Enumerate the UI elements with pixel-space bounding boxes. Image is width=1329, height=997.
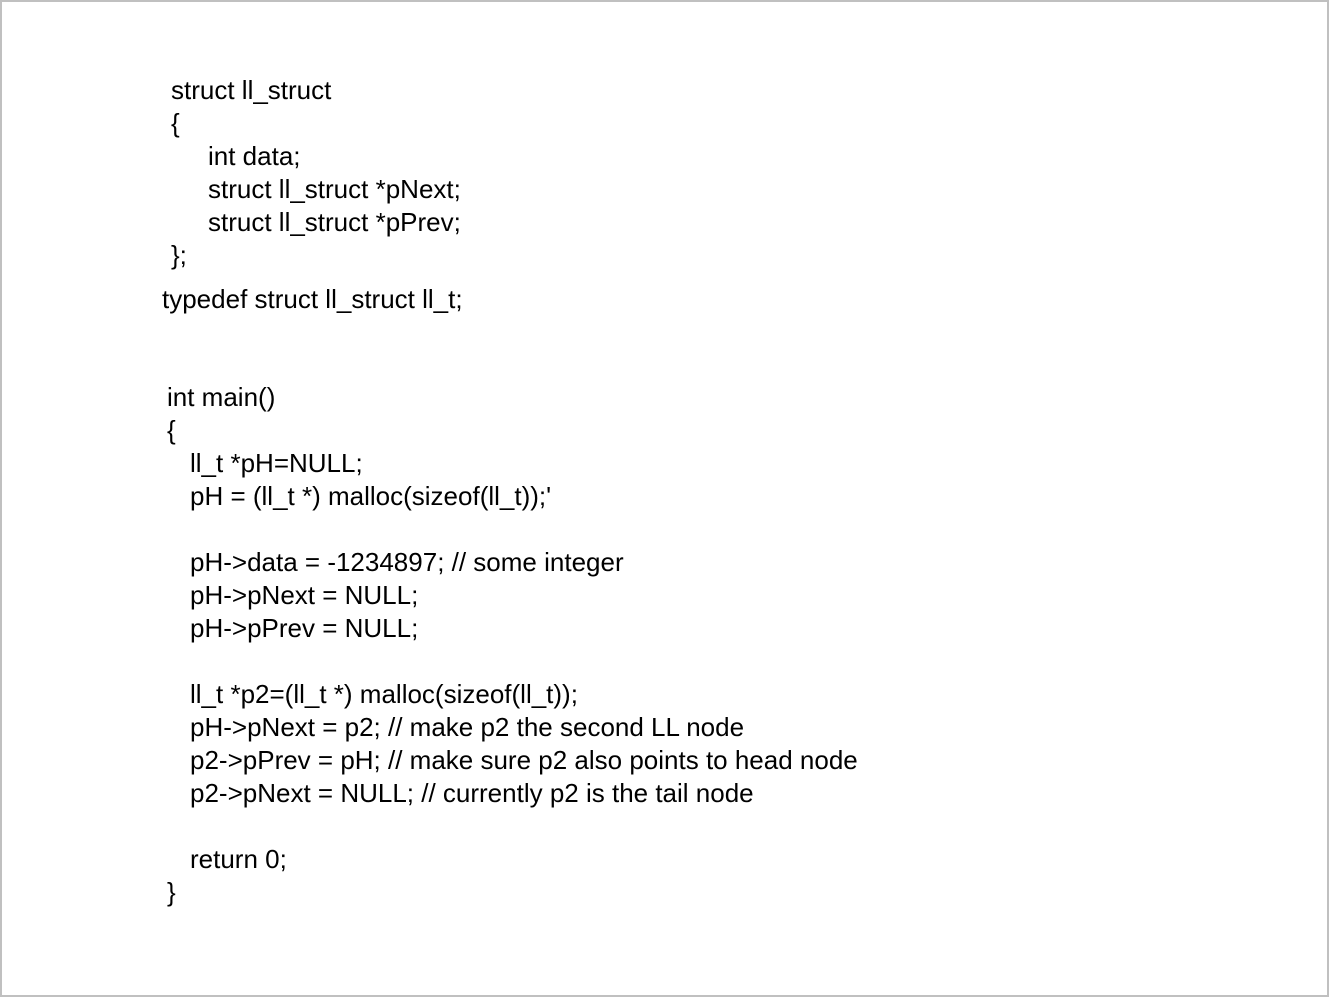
- code-line-malloc-ph: pH = (ll_t *) malloc(sizeof(ll_t));': [190, 481, 552, 511]
- code-line-ph-pnext-p2: pH->pNext = p2; // make p2 the second LL…: [190, 712, 745, 742]
- code-line-struct-field-pnext: struct ll_struct *pNext;: [208, 174, 461, 204]
- code-line-ph-pnext: pH->pNext = NULL;: [190, 580, 419, 610]
- code-line-p2-pnext: p2->pNext = NULL; // currently p2 is the…: [190, 778, 754, 808]
- code-line-main-close-brace: }: [167, 877, 176, 907]
- code-line-struct-close-brace: };: [171, 240, 187, 270]
- slide-page: struct ll_struct { int data; struct ll_s…: [0, 0, 1329, 997]
- code-line-struct-field-pprev: struct ll_struct *pPrev;: [208, 207, 461, 237]
- code-line-ph-data: pH->data = -1234897; // some integer: [190, 547, 624, 577]
- code-line-declare-ph: ll_t *pH=NULL;: [190, 448, 363, 478]
- code-line-struct-open-brace: {: [171, 108, 180, 138]
- code-line-main-header: int main(): [167, 382, 276, 412]
- code-line-main-open-brace: {: [167, 415, 176, 445]
- code-line-p2-pprev: p2->pPrev = pH; // make sure p2 also poi…: [190, 745, 858, 775]
- code-line-struct-field-data: int data;: [208, 141, 301, 171]
- code-line-typedef: typedef struct ll_struct ll_t;: [162, 284, 463, 314]
- code-line-struct-header: struct ll_struct: [171, 75, 332, 105]
- code-line-malloc-p2: ll_t *p2=(ll_t *) malloc(sizeof(ll_t));: [190, 679, 578, 709]
- code-line-ph-pprev: pH->pPrev = NULL;: [190, 613, 419, 643]
- code-line-return: return 0;: [190, 844, 287, 874]
